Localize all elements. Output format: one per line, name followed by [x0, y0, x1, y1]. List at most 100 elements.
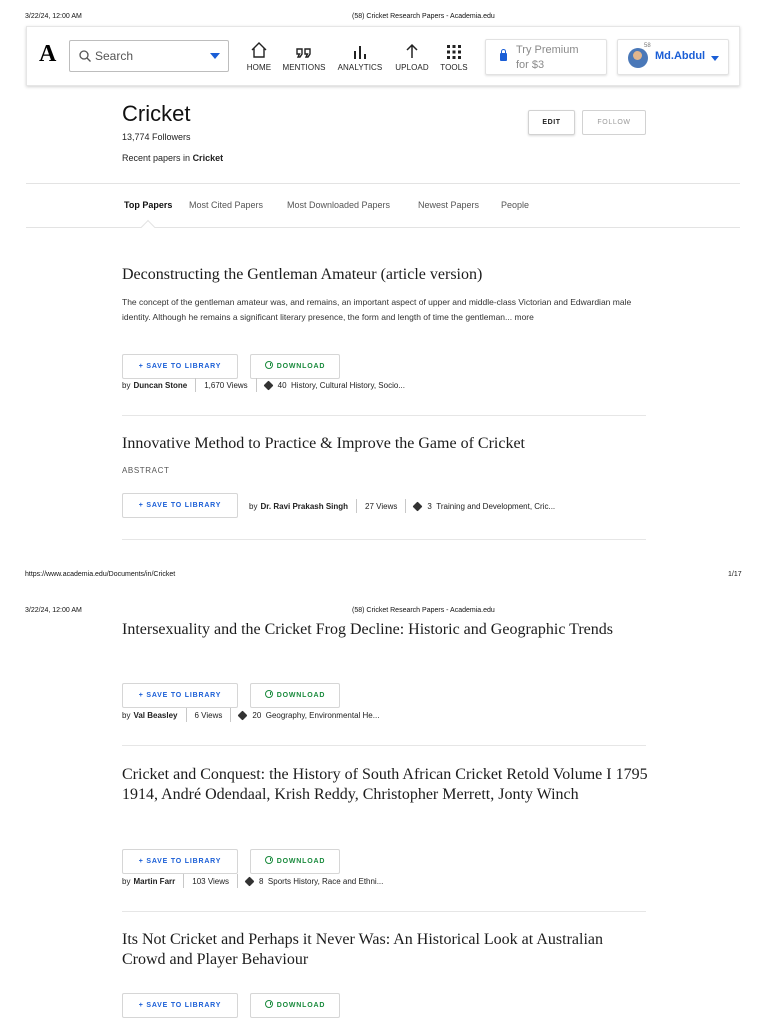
tag-icon	[237, 710, 248, 720]
nav-mentions-label: MENTIONS	[282, 63, 326, 72]
followers-count: 13,774 Followers	[122, 132, 191, 142]
tag-count: 20	[252, 710, 262, 720]
chevron-down-icon	[711, 56, 719, 61]
download-icon	[264, 690, 273, 698]
username: Md.Abdul	[655, 50, 706, 62]
tab-top-papers[interactable]: Top Papers	[124, 200, 172, 210]
print-page-number: 1/17	[728, 571, 742, 578]
nav-tools-label: TOOLS	[440, 63, 468, 72]
premium-line-2: for $3	[516, 59, 545, 71]
paper-meta: by Dr. Ravi Prakash Singh 27 Views 3 Trai…	[249, 499, 555, 513]
paper-meta: by Duncan Stone 1,670 Views 40 History, C…	[122, 378, 405, 392]
nav-upload[interactable]: UPLOAD	[388, 39, 436, 72]
search-box[interactable]: Search	[69, 40, 229, 72]
tag-icon	[244, 876, 255, 886]
quote-icon	[296, 48, 311, 58]
bar-chart-icon	[354, 46, 366, 59]
edit-button[interactable]: EDIT	[528, 110, 575, 135]
author-link[interactable]: Martin Farr	[133, 877, 175, 886]
recent-topic: Cricket	[192, 153, 224, 163]
upload-arrow-icon	[406, 43, 418, 58]
notification-badge: 58	[644, 43, 651, 49]
tab-most-cited-papers[interactable]: Most Cited Papers	[189, 200, 263, 210]
print-page-title: (58) Cricket Research Papers - Academia.…	[352, 13, 495, 20]
tag-list[interactable]: Geography, Environmental He...	[266, 711, 380, 720]
recent-prefix: Recent papers in	[122, 153, 191, 163]
tab-people[interactable]: People	[501, 200, 529, 210]
author-link[interactable]: Dr. Ravi Prakash Singh	[260, 502, 348, 511]
download-button[interactable]: DOWNLOAD	[250, 849, 340, 874]
print-url: https://www.academia.edu/Documents/in/Cr…	[25, 571, 176, 578]
avatar	[628, 48, 648, 68]
nav-home[interactable]: HOME	[235, 39, 283, 72]
view-count: 1,670 Views	[204, 380, 248, 390]
paper-abstract: The concept of the gentleman amateur was…	[122, 297, 632, 322]
nav-home-label: HOME	[246, 63, 272, 72]
paper-title[interactable]: Deconstructing the Gentleman Amateur (ar…	[122, 265, 652, 285]
nav-upload-label: UPLOAD	[395, 63, 429, 72]
nav-analytics[interactable]: ANALYTICS	[336, 39, 384, 72]
search-input[interactable]: Search	[95, 49, 133, 63]
download-button[interactable]: DOWNLOAD	[250, 993, 340, 1018]
academia-logo[interactable]: A	[39, 41, 56, 68]
follow-button[interactable]: FOLLOW	[582, 110, 646, 135]
download-button[interactable]: DOWNLOAD	[250, 683, 340, 708]
page-title: Cricket	[122, 101, 191, 126]
save-to-library-button[interactable]: + SAVE TO LIBRARY	[122, 354, 238, 379]
tag-count: 3	[427, 501, 432, 511]
paper-title[interactable]: Innovative Method to Practice & Improve …	[122, 434, 652, 454]
tag-count: 40	[277, 380, 287, 390]
divider	[122, 539, 646, 540]
premium-line-1: Try Premium	[516, 44, 579, 56]
author-link[interactable]: Duncan Stone	[133, 381, 187, 390]
divider	[26, 183, 740, 184]
paper-title[interactable]: Intersexuality and the Cricket Frog Decl…	[122, 620, 622, 640]
tag-icon	[263, 380, 274, 390]
top-navbar: A Search HOME MENTIONS ANALYTICS UPLOAD …	[26, 26, 740, 86]
print-datetime: 3/22/24, 12:00 AM	[25, 13, 82, 20]
tag-list[interactable]: Sports History, Race and Ethni...	[268, 877, 383, 886]
print-datetime: 3/22/24, 12:00 AM	[25, 607, 82, 614]
paper-meta: by Val Beasley 6 Views 20 Geography, Envi…	[122, 708, 379, 722]
tab-newest-papers[interactable]: Newest Papers	[418, 200, 479, 210]
try-premium-button[interactable]: Try Premium for $3	[485, 39, 607, 75]
search-icon	[79, 50, 91, 62]
tag-count: 8	[259, 876, 264, 886]
download-icon	[264, 1000, 273, 1008]
lock-icon	[500, 49, 507, 61]
nav-mentions[interactable]: MENTIONS	[280, 39, 328, 72]
nav-tools[interactable]: TOOLS	[430, 39, 478, 72]
more-link[interactable]: more	[515, 312, 534, 322]
nav-analytics-label: ANALYTICS	[337, 63, 383, 72]
download-button[interactable]: DOWNLOAD	[250, 354, 340, 379]
author-link[interactable]: Val Beasley	[133, 711, 177, 720]
paper-title[interactable]: Its Not Cricket and Perhaps it Never Was…	[122, 930, 622, 970]
view-count: 27 Views	[365, 501, 398, 511]
download-icon	[264, 361, 273, 369]
paper-title[interactable]: Cricket and Conquest: the History of Sou…	[122, 765, 652, 805]
view-count: 6 Views	[194, 710, 223, 720]
abstract-toggle[interactable]: ABSTRACT	[122, 466, 169, 475]
save-to-library-button[interactable]: + SAVE TO LIBRARY	[122, 849, 238, 874]
tag-list[interactable]: Training and Development, Cric...	[436, 502, 555, 511]
tag-icon	[412, 501, 423, 511]
tag-list[interactable]: History, Cultural History, Socio...	[291, 381, 405, 390]
save-to-library-button[interactable]: + SAVE TO LIBRARY	[122, 993, 238, 1018]
download-icon	[264, 856, 273, 864]
save-to-library-button[interactable]: + SAVE TO LIBRARY	[122, 493, 238, 518]
divider	[122, 745, 646, 746]
paper-meta: by Martin Farr 103 Views 8 Sports History…	[122, 874, 383, 888]
print-page-title: (58) Cricket Research Papers - Academia.…	[352, 607, 495, 614]
active-tab-pointer	[140, 219, 156, 235]
home-icon	[251, 42, 267, 58]
user-menu-button[interactable]: 58 Md.Abdul	[617, 39, 729, 75]
view-count: 103 Views	[192, 876, 230, 886]
divider	[122, 415, 646, 416]
tab-most-downloaded-papers[interactable]: Most Downloaded Papers	[287, 200, 390, 210]
chevron-down-icon[interactable]	[210, 53, 220, 59]
save-to-library-button[interactable]: + SAVE TO LIBRARY	[122, 683, 238, 708]
grid-icon	[447, 45, 461, 59]
tabs-divider	[26, 227, 740, 228]
recent-papers-caption: Recent papers in Cricket	[122, 153, 223, 163]
divider	[122, 911, 646, 912]
